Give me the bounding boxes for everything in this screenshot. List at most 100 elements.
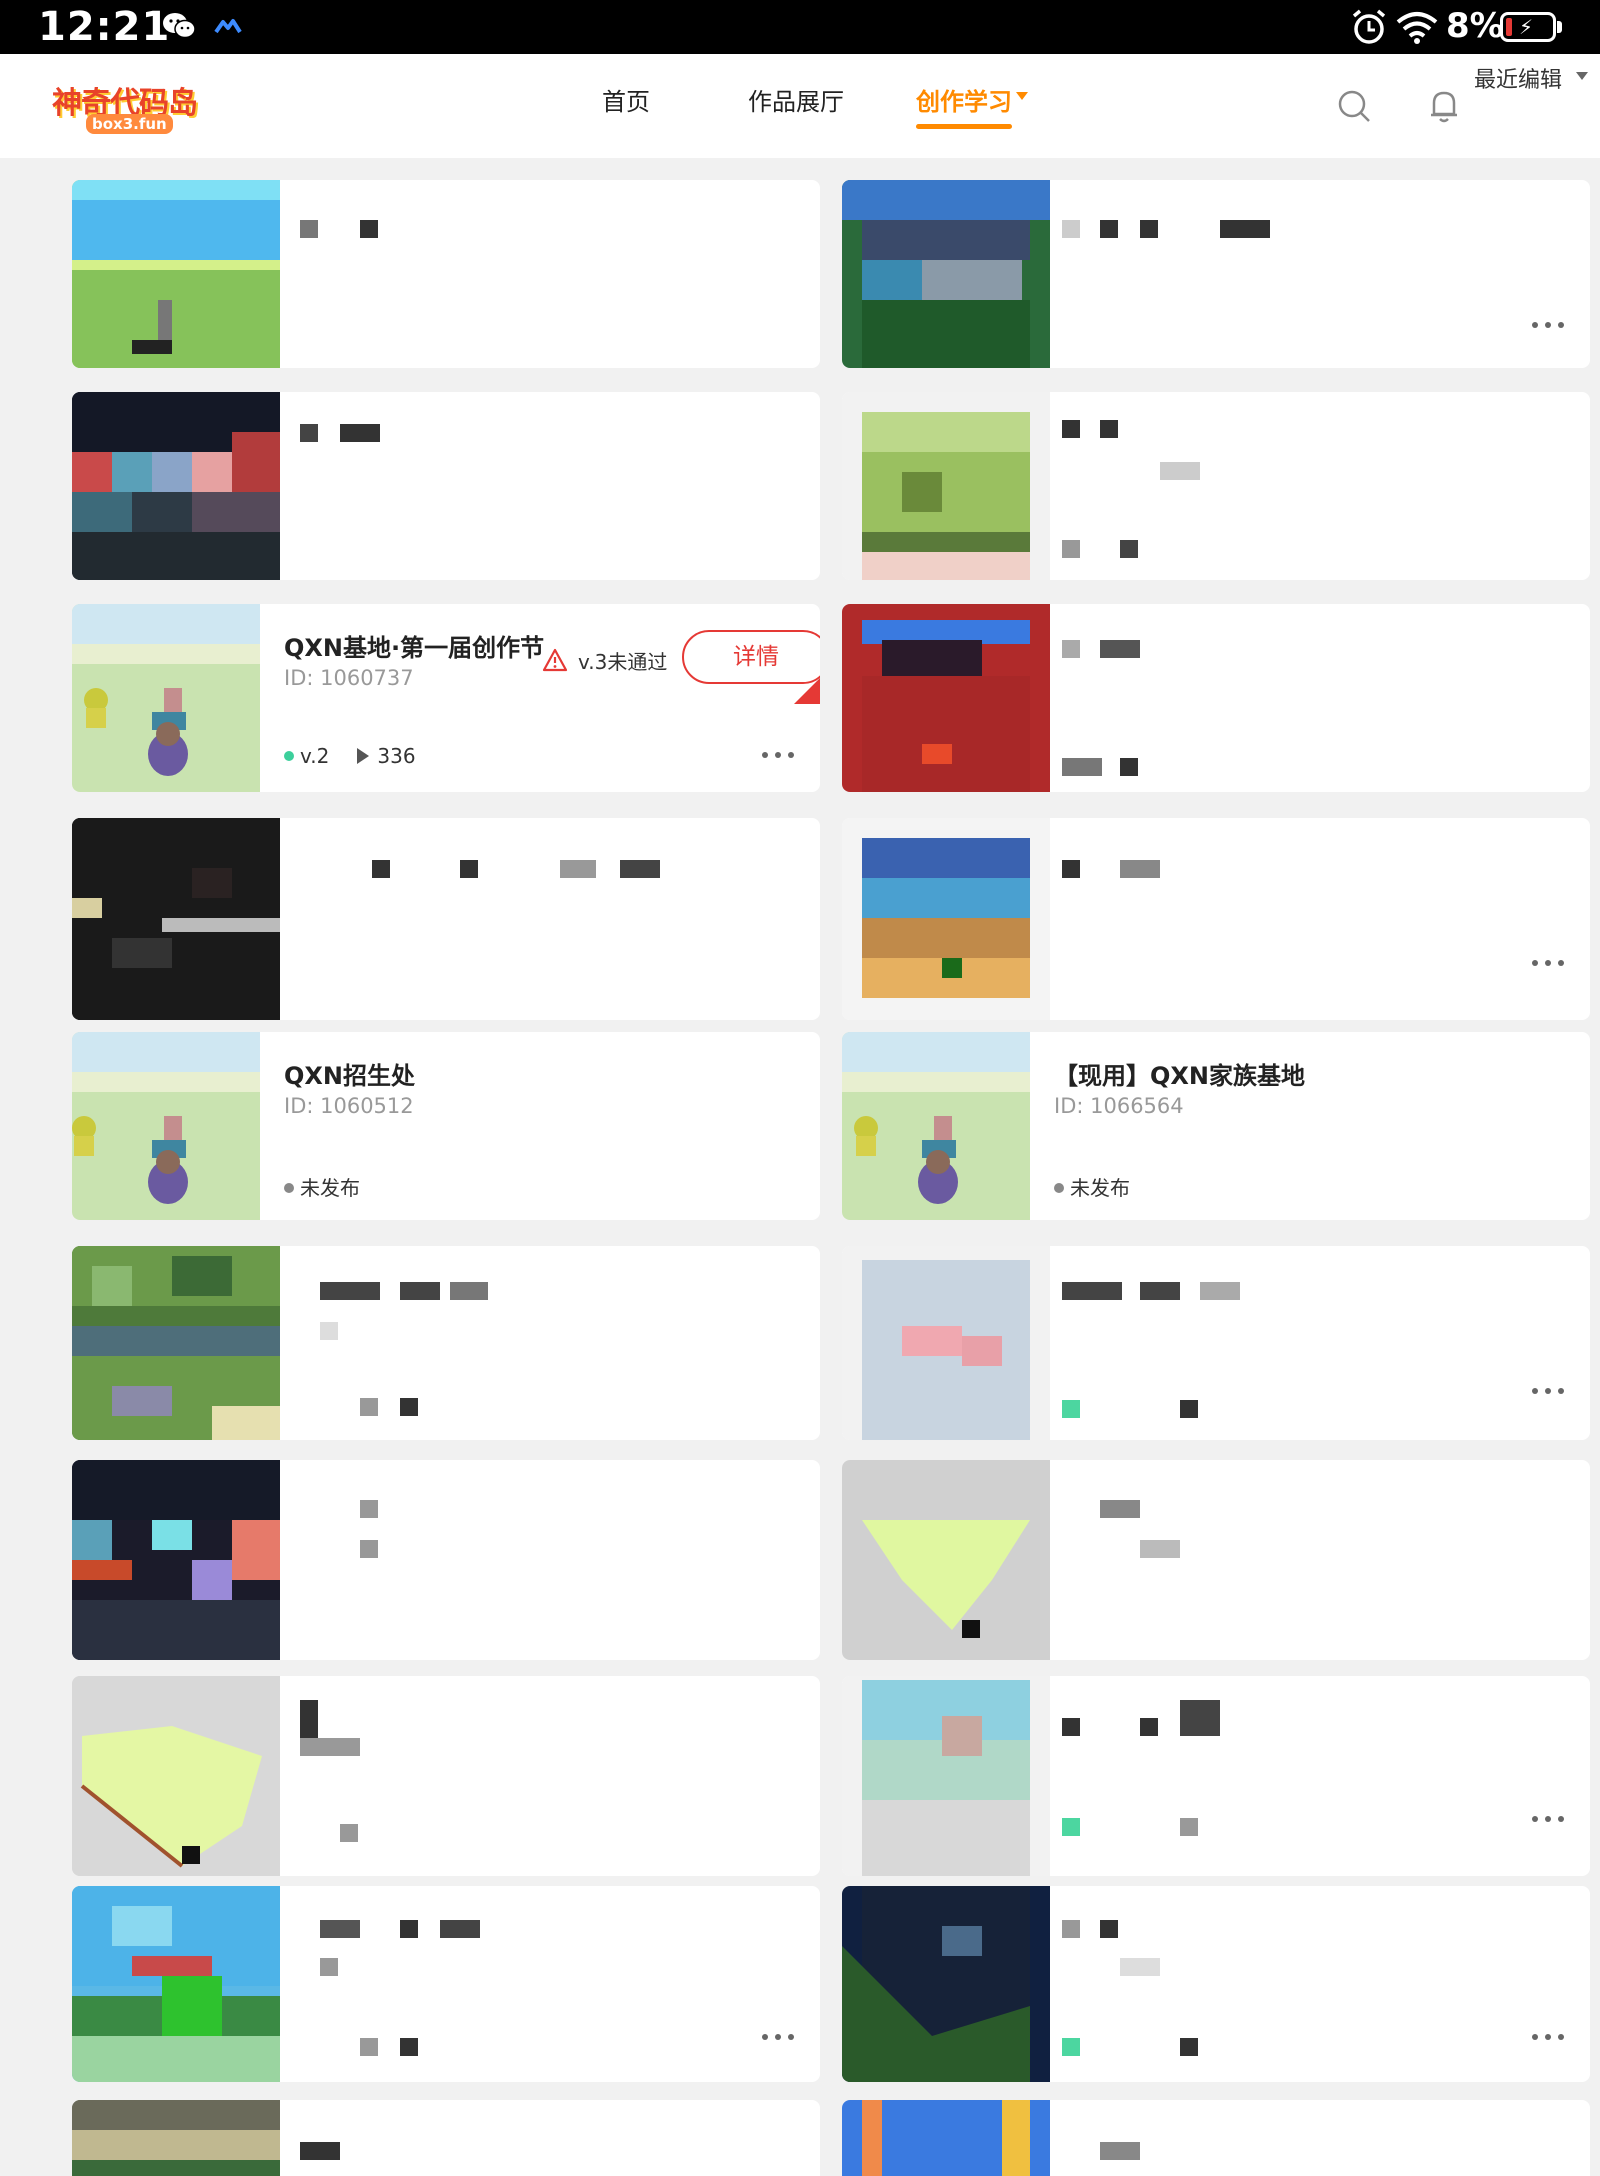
project-card[interactable] <box>842 1886 1590 2082</box>
project-card[interactable] <box>72 2100 820 2176</box>
more-dot <box>1545 1388 1551 1394</box>
nav-gallery[interactable]: 作品展厅 <box>748 82 844 117</box>
redacted-content-block <box>1062 758 1102 776</box>
project-card[interactable] <box>842 1246 1590 1440</box>
redacted-content-block <box>1062 540 1080 558</box>
project-card[interactable] <box>842 818 1590 1020</box>
redacted-content-block <box>400 1920 418 1938</box>
redacted-content-block <box>320 1322 338 1340</box>
redacted-content-block <box>1120 1958 1160 1976</box>
project-thumbnail <box>72 2100 280 2176</box>
redacted-content-block <box>620 860 660 878</box>
project-meta: v.2 336 <box>284 744 416 768</box>
project-thumbnail <box>72 818 280 1020</box>
more-dot <box>1532 2034 1538 2040</box>
battery-charging-icon: ⚡ <box>1500 12 1556 42</box>
project-title: QXN招生处 <box>284 1062 415 1090</box>
project-thumbnail <box>72 1246 280 1440</box>
more-options-icon[interactable] <box>1532 960 1566 968</box>
nav-learn-caret-icon[interactable] <box>1016 92 1028 100</box>
more-dot <box>1558 1816 1564 1822</box>
redacted-content-block <box>1062 1818 1080 1836</box>
status-time: 12:21 <box>38 4 171 50</box>
project-card[interactable] <box>842 392 1590 580</box>
detail-button[interactable]: 详情 <box>682 630 820 684</box>
more-dot <box>1532 1816 1538 1822</box>
project-thumbnail <box>842 818 1050 1020</box>
redacted-content-block <box>360 220 378 238</box>
project-id: ID: 1066564 <box>1054 1094 1184 1118</box>
more-dot <box>762 752 768 758</box>
project-card[interactable] <box>72 818 820 1020</box>
redacted-content-block <box>460 860 478 878</box>
redacted-content-block <box>1100 420 1118 438</box>
more-dot <box>1558 322 1564 328</box>
warning-icon <box>542 648 568 672</box>
nav-home[interactable]: 首页 <box>602 82 650 117</box>
more-options-icon[interactable] <box>1532 322 1566 330</box>
project-card[interactable] <box>72 180 820 368</box>
more-dot <box>1532 960 1538 966</box>
project-card-recruit[interactable]: QXN招生处 ID: 1060512 未发布 <box>72 1032 820 1220</box>
project-card[interactable] <box>72 1246 820 1440</box>
corner-badge <box>794 678 820 704</box>
redacted-content-block <box>320 1958 338 1976</box>
redacted-content-block <box>1062 1400 1080 1418</box>
project-card-contest[interactable]: QXN基地·第一届创作节 ID: 1060737 v.3未通过 详情 v.2 33… <box>72 604 820 792</box>
nav-learn[interactable]: 创作学习 <box>916 82 1012 117</box>
redacted-content-block <box>320 1920 360 1938</box>
redacted-content-block <box>300 2142 340 2160</box>
project-thumbnail <box>72 1032 260 1220</box>
redacted-content-block <box>440 1920 480 1938</box>
more-options-icon[interactable] <box>1532 1816 1566 1824</box>
redacted-content-block <box>1062 420 1080 438</box>
project-thumbnail <box>842 392 1050 580</box>
project-card[interactable] <box>72 1676 820 1876</box>
battery-percent: 8% <box>1446 6 1504 46</box>
more-options-icon[interactable] <box>1532 2034 1566 2042</box>
redacted-content-block <box>1062 640 1080 658</box>
redacted-content-block <box>1100 2142 1140 2160</box>
project-card[interactable] <box>72 1460 820 1660</box>
project-thumbnail <box>842 1676 1050 1876</box>
project-card[interactable] <box>842 2100 1590 2176</box>
more-options-icon[interactable] <box>762 2034 796 2042</box>
redacted-content-block <box>1062 1282 1122 1300</box>
redacted-content-block <box>1140 1540 1180 1558</box>
project-card[interactable] <box>842 180 1590 368</box>
redacted-content-block <box>1180 1818 1198 1836</box>
more-options-icon[interactable] <box>762 752 796 760</box>
more-dot <box>1558 1388 1564 1394</box>
sort-caret-icon[interactable] <box>1576 72 1588 80</box>
project-title: 【现用】QXN家族基地 <box>1054 1062 1305 1090</box>
bell-icon[interactable] <box>1428 88 1460 124</box>
redacted-content-block <box>1200 1282 1240 1300</box>
active-tab-indicator <box>916 124 1012 129</box>
more-options-icon[interactable] <box>1532 1388 1566 1396</box>
header-sort-area: 最近编辑 <box>1474 54 1600 158</box>
project-card[interactable] <box>842 604 1590 792</box>
redacted-content-block <box>1120 860 1160 878</box>
site-logo[interactable]: 神奇代码岛 box3.fun <box>52 78 198 136</box>
sort-dropdown[interactable]: 最近编辑 <box>1474 62 1562 94</box>
publish-status: 未发布 <box>284 1172 360 1201</box>
redacted-content-block <box>450 1282 488 1300</box>
project-card-family[interactable]: 【现用】QXN家族基地 ID: 1066564 未发布 <box>842 1032 1590 1220</box>
project-title: QXN基地·第一届创作节 <box>284 634 545 662</box>
more-dot <box>1532 1388 1538 1394</box>
redacted-content-block <box>1100 640 1140 658</box>
redacted-content-block <box>1062 860 1080 878</box>
project-card[interactable] <box>72 392 820 580</box>
redacted-content-block <box>1220 220 1270 238</box>
redacted-content-block <box>1062 220 1080 238</box>
project-card[interactable] <box>842 1676 1590 1876</box>
redacted-content-block <box>372 860 390 878</box>
more-dot <box>1545 1816 1551 1822</box>
project-card[interactable] <box>842 1460 1590 1660</box>
search-icon[interactable] <box>1336 88 1372 124</box>
project-thumbnail <box>842 2100 1050 2176</box>
project-thumbnail <box>72 1886 280 2082</box>
more-dot <box>1545 2034 1551 2040</box>
project-card[interactable] <box>72 1886 820 2082</box>
project-version: v.2 <box>300 744 330 768</box>
